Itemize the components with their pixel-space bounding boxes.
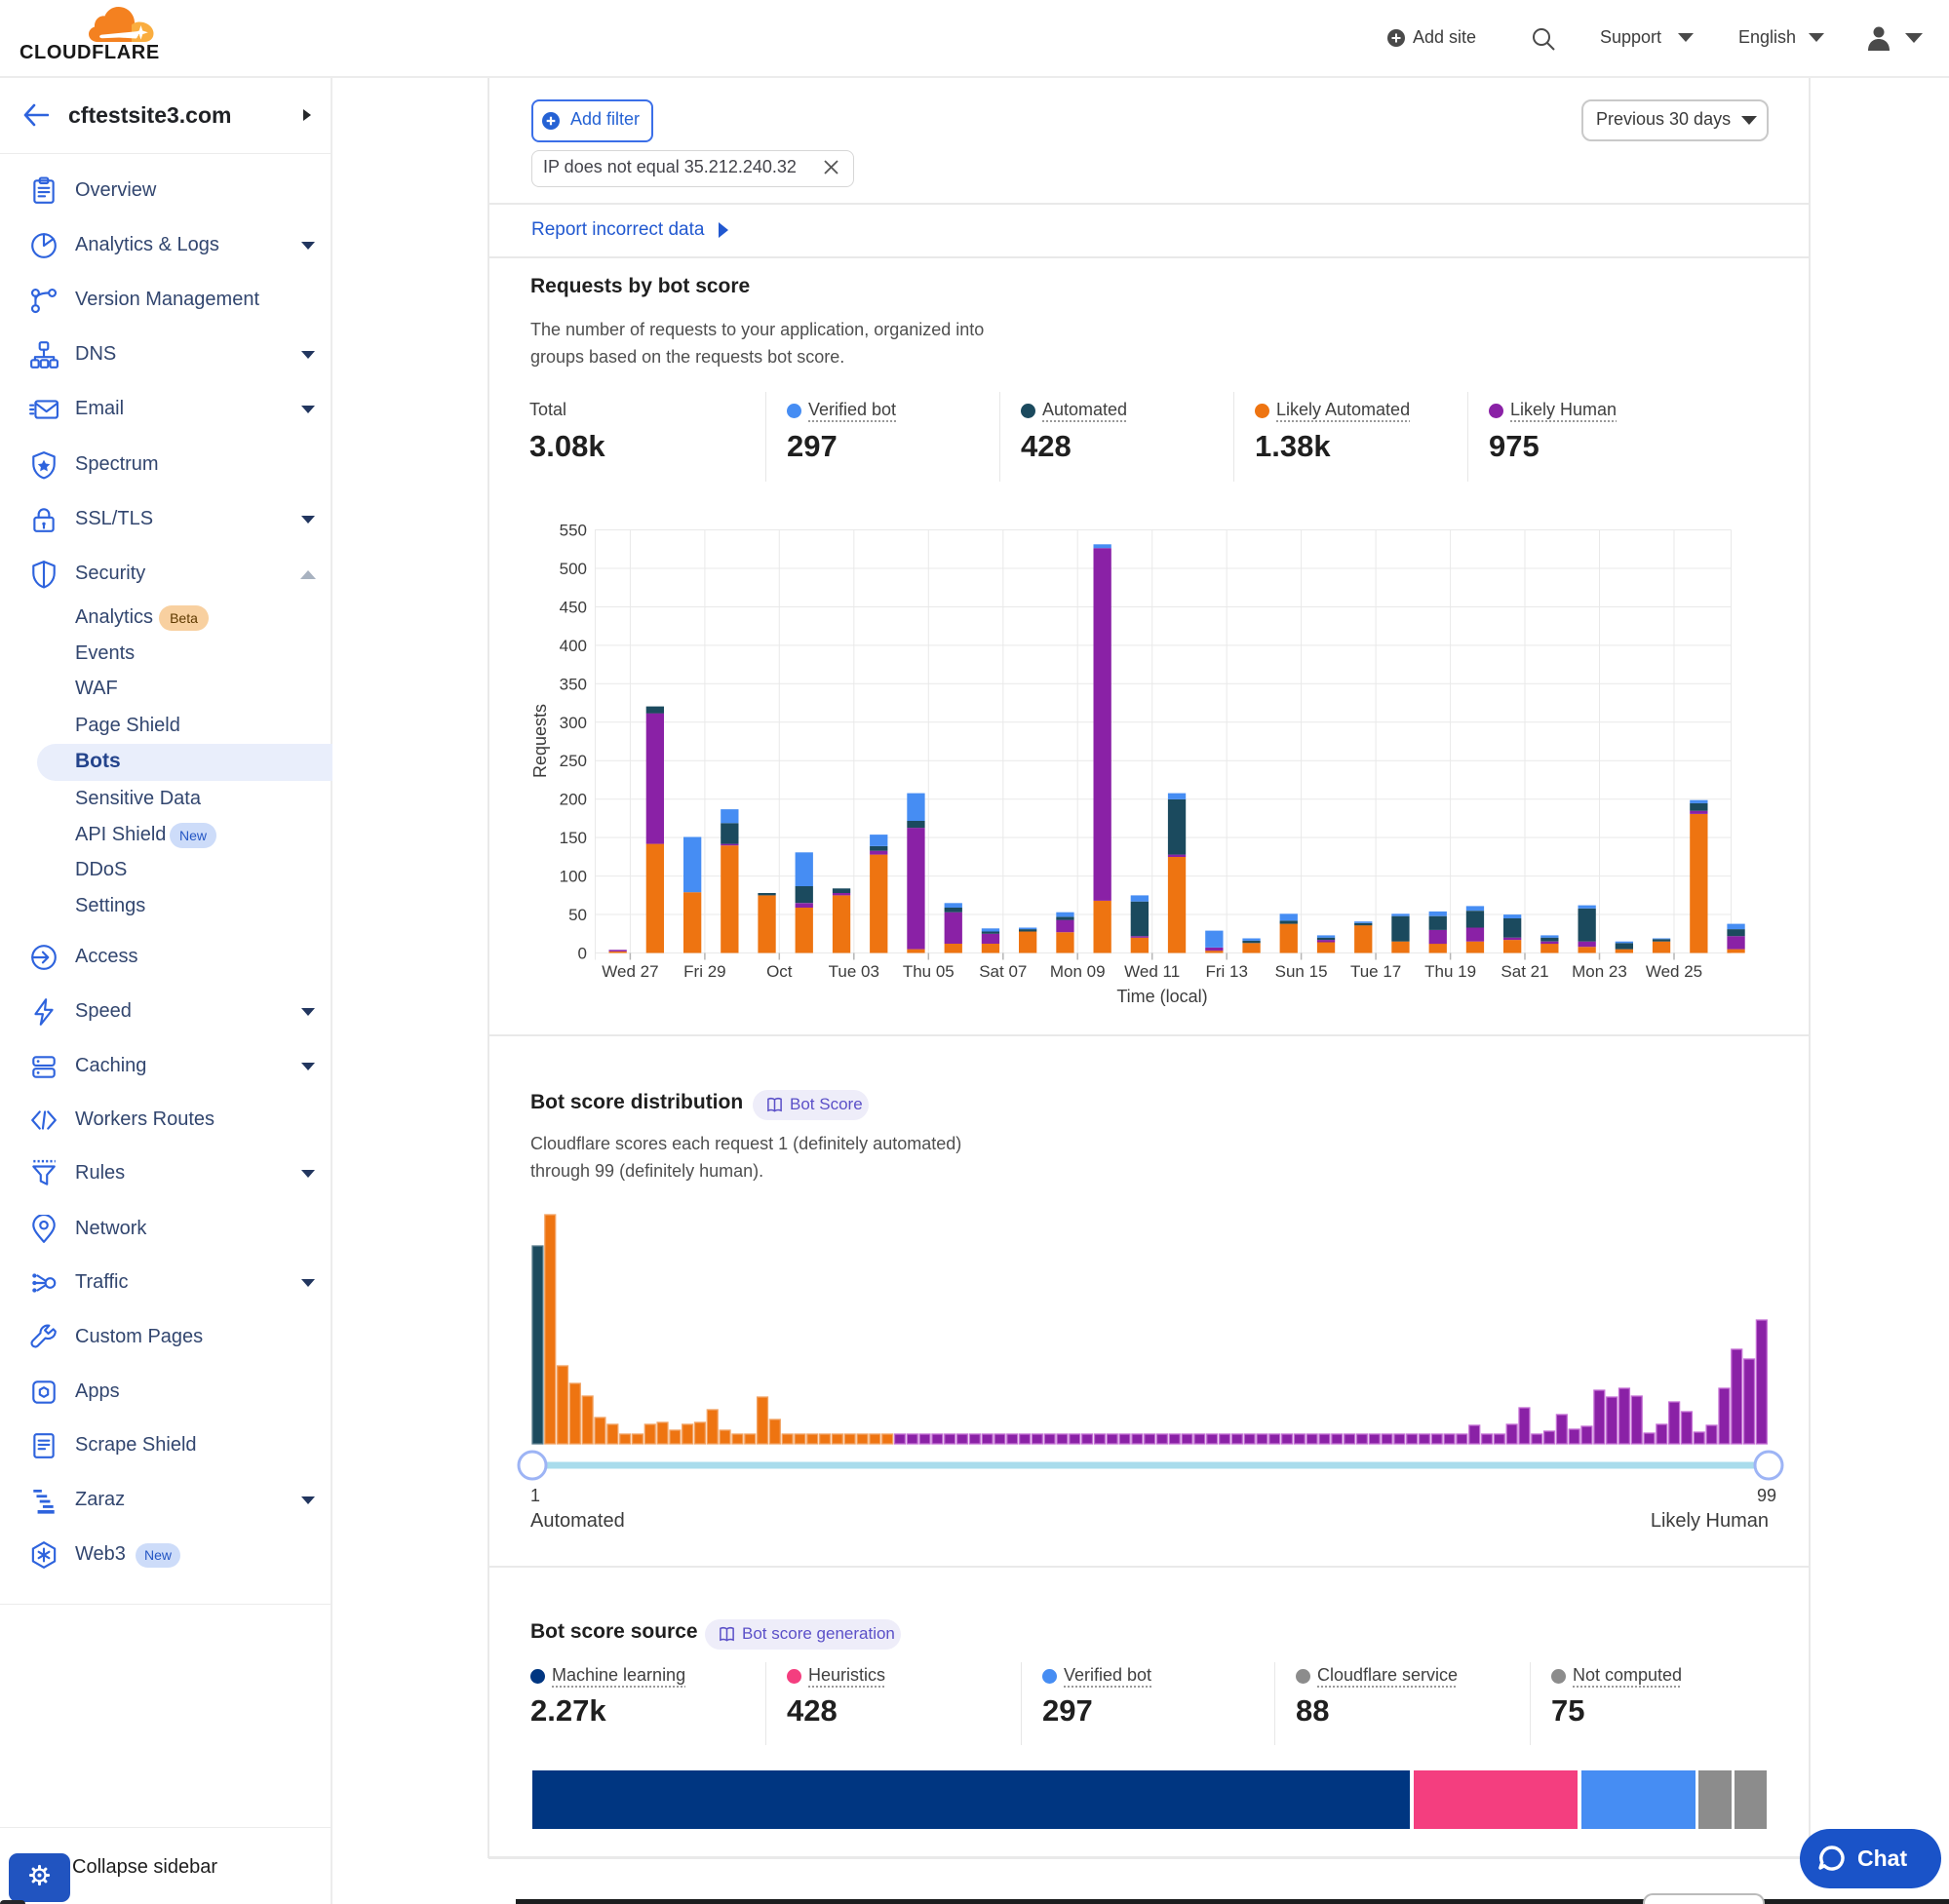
svg-text:150: 150 — [560, 829, 587, 847]
svg-text:Requests: Requests — [530, 704, 550, 778]
svg-text:50: 50 — [568, 906, 587, 924]
svg-text:Time (local): Time (local) — [1116, 987, 1207, 1006]
svg-text:Sat 21: Sat 21 — [1501, 962, 1548, 981]
svg-text:Tue 03: Tue 03 — [829, 962, 879, 981]
svg-text:250: 250 — [560, 752, 587, 770]
svg-text:350: 350 — [560, 675, 587, 693]
svg-text:550: 550 — [560, 522, 587, 540]
svg-text:Wed 27: Wed 27 — [602, 962, 658, 981]
svg-text:Wed 11: Wed 11 — [1124, 962, 1180, 981]
svg-text:Likely Human: Likely Human — [1651, 1510, 1769, 1532]
svg-text:300: 300 — [560, 714, 587, 732]
svg-text:Sat 07: Sat 07 — [979, 962, 1027, 981]
svg-text:Thu 05: Thu 05 — [903, 962, 955, 981]
svg-text:Oct: Oct — [766, 962, 793, 981]
svg-text:Wed 25: Wed 25 — [1646, 962, 1702, 981]
svg-text:Mon 23: Mon 23 — [1572, 962, 1627, 981]
svg-text:400: 400 — [560, 637, 587, 655]
svg-text:100: 100 — [560, 868, 587, 886]
svg-text:Mon 09: Mon 09 — [1050, 962, 1106, 981]
svg-text:450: 450 — [560, 599, 587, 617]
svg-text:Fri 29: Fri 29 — [683, 962, 725, 981]
svg-text:99: 99 — [1757, 1486, 1776, 1505]
svg-text:1: 1 — [530, 1486, 540, 1505]
svg-text:0: 0 — [578, 945, 587, 963]
svg-text:200: 200 — [560, 791, 587, 809]
svg-text:Sun 15: Sun 15 — [1275, 962, 1328, 981]
svg-text:Thu 19: Thu 19 — [1424, 962, 1476, 981]
svg-text:Tue 17: Tue 17 — [1350, 962, 1401, 981]
svg-text:Automated: Automated — [530, 1510, 625, 1532]
svg-text:500: 500 — [560, 560, 587, 578]
svg-text:Fri 13: Fri 13 — [1205, 962, 1247, 981]
